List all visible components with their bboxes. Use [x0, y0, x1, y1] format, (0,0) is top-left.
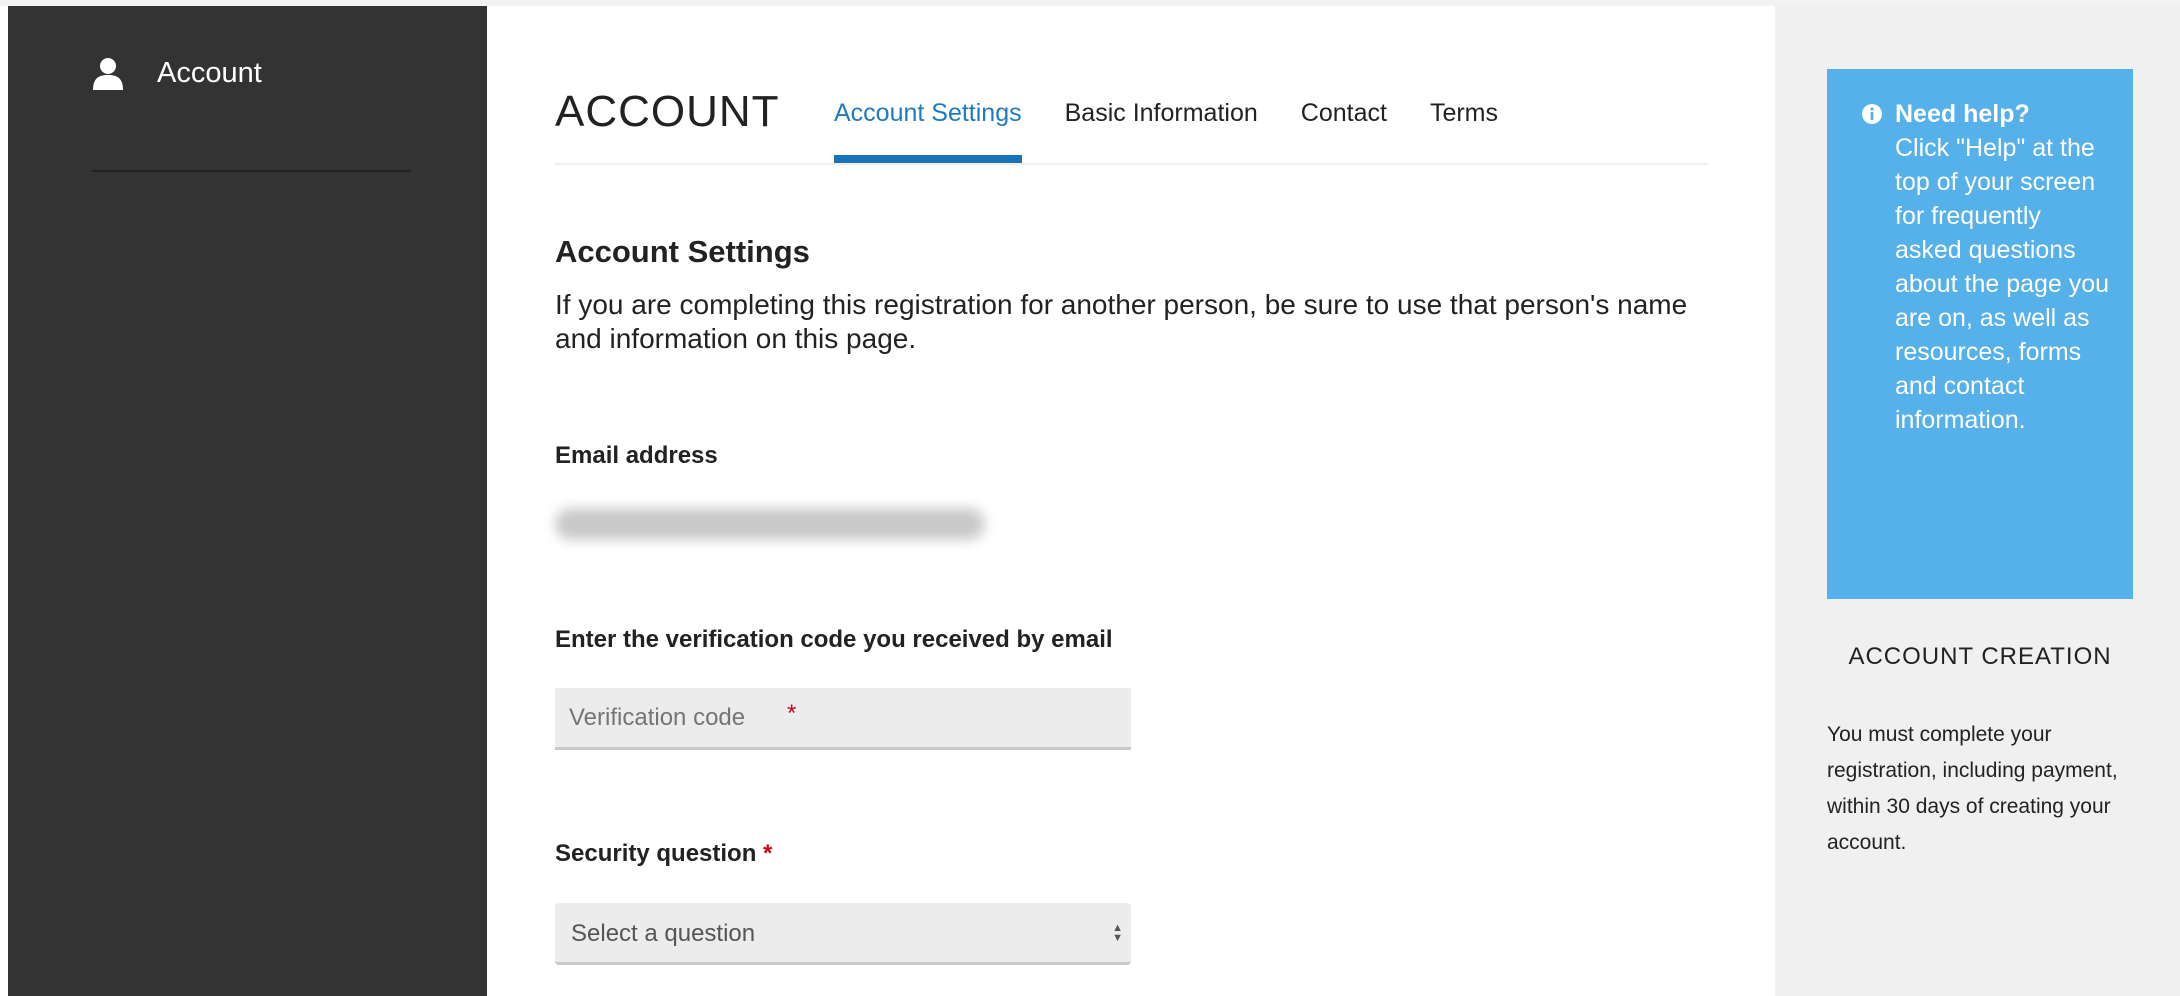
tab-contact[interactable]: Contact	[1301, 99, 1387, 161]
main-content: ACCOUNT Account Settings Basic Informati…	[555, 6, 1710, 996]
help-title: Need help?	[1895, 100, 2030, 128]
sidebar-divider	[92, 170, 411, 172]
security-question-label-text: Security question	[555, 840, 757, 867]
email-value-redacted	[555, 508, 985, 540]
tab-bar: Account Settings Basic Information Conta…	[834, 99, 1541, 163]
sidebar-item-label: Account	[157, 56, 262, 89]
account-creation-body: You must complete your registration, inc…	[1827, 723, 2118, 854]
info-icon	[1862, 104, 1882, 124]
required-asterisk: *	[763, 840, 773, 867]
page-title: ACCOUNT	[555, 87, 780, 136]
tabs-divider	[555, 163, 1708, 165]
tab-account-settings[interactable]: Account Settings	[834, 99, 1022, 163]
verification-label: Enter the verification code you received…	[555, 626, 1113, 653]
right-panel: Need help? Click "Help" at the top of yo…	[1775, 6, 2180, 996]
section-title: Account Settings	[555, 234, 810, 269]
help-box: Need help? Click "Help" at the top of yo…	[1827, 69, 2133, 599]
verification-code-input[interactable]	[555, 688, 1131, 747]
user-icon	[93, 58, 123, 90]
page: Account ACCOUNT Account Settings Basic I…	[0, 0, 2180, 996]
account-creation-title: ACCOUNT CREATION	[1848, 643, 2112, 670]
intro-text: If you are completing this registration …	[555, 289, 1688, 354]
tab-basic-information[interactable]: Basic Information	[1065, 99, 1258, 161]
verification-code-field: *	[555, 688, 1131, 750]
help-body: Click "Help" at the top of your screen f…	[1895, 134, 2110, 434]
tab-terms[interactable]: Terms	[1430, 99, 1498, 161]
security-question-select[interactable]: Select a question ▲ ▼	[555, 903, 1131, 965]
sidebar: Account	[8, 6, 487, 996]
select-arrows-icon: ▲ ▼	[1112, 922, 1123, 944]
select-value: Select a question	[571, 920, 756, 947]
email-label: Email address	[555, 442, 718, 469]
required-asterisk: *	[787, 700, 797, 727]
help-content: Need help? Click "Help" at the top of yo…	[1861, 97, 2111, 437]
sidebar-item-account[interactable]: Account	[92, 48, 262, 98]
security-question-label: Security question *	[555, 840, 772, 868]
